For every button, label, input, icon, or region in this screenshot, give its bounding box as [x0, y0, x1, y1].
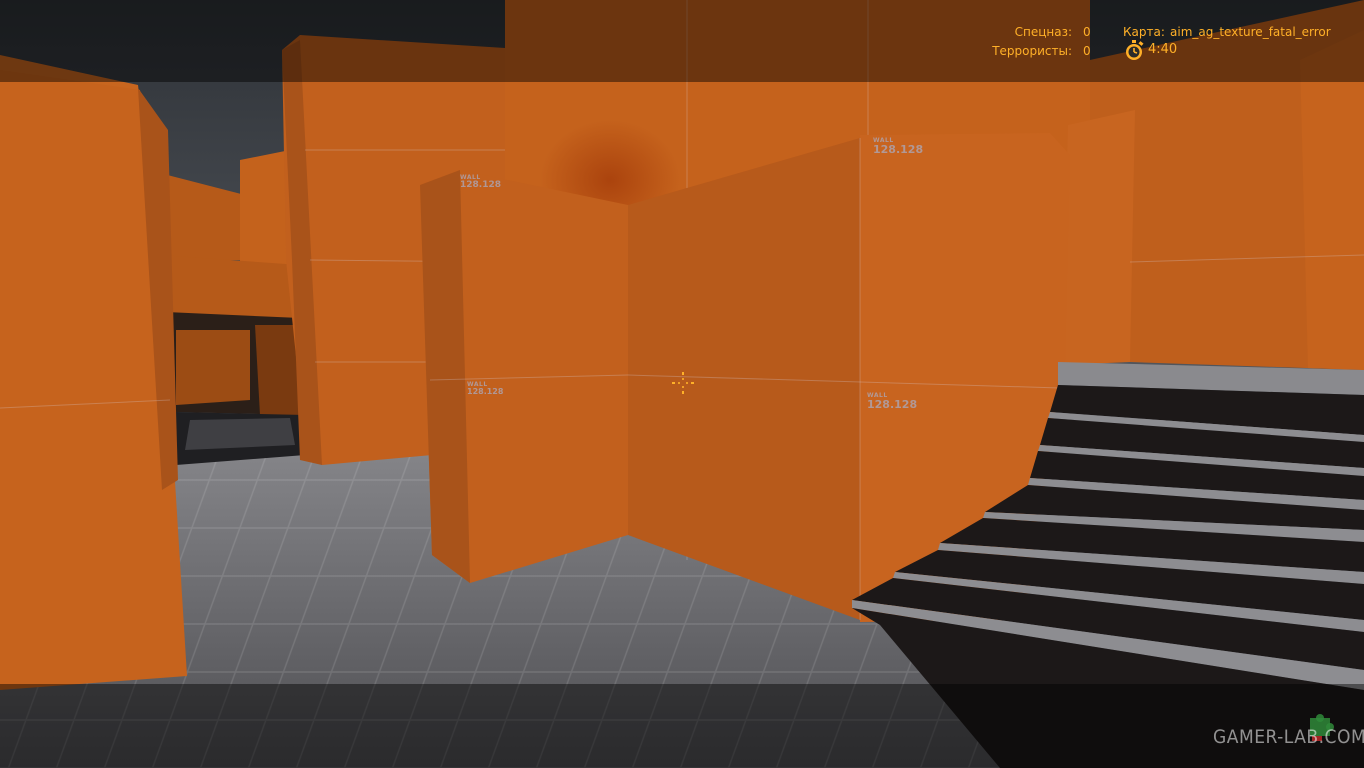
hud-bottom-bar: [0, 684, 1364, 768]
hud-top-bar: [0, 0, 1364, 82]
texture-label: WALL 128.128: [873, 138, 924, 156]
round-timer: 4:40: [1148, 42, 1178, 57]
texture-label: WALL 128.128: [467, 382, 503, 396]
t-label: Террористы:: [992, 44, 1072, 58]
crosshair-icon: [672, 372, 694, 394]
texture-label: WALL 128.128: [460, 175, 501, 190]
doorway-inner-wall: [176, 330, 250, 405]
stopwatch-icon: [1126, 40, 1144, 60]
map-label: Карта:: [1123, 25, 1165, 39]
texture-label-value: 128.128: [873, 143, 924, 156]
doorway-floor-light: [185, 418, 295, 450]
texture-label-value: 128.128: [867, 398, 918, 411]
far-building-left-2: [240, 150, 290, 265]
map-name: aim_ag_texture_fatal_error: [1170, 25, 1331, 39]
ct-score: 0: [1083, 25, 1091, 39]
texture-label: WALL 128.128: [867, 393, 918, 411]
t-score: 0: [1083, 44, 1091, 58]
right-column: [1062, 110, 1135, 365]
watermark-text: GAMER-LAB.COM: [1213, 726, 1364, 748]
ct-label: Спецназ:: [1014, 25, 1072, 39]
texture-label-value: 128.128: [467, 387, 504, 396]
center-box-right: [628, 138, 860, 620]
texture-label-value: 128.128: [460, 180, 501, 190]
doorway-inner-wall-2: [255, 325, 300, 415]
left-bridge-wall: [160, 255, 300, 320]
